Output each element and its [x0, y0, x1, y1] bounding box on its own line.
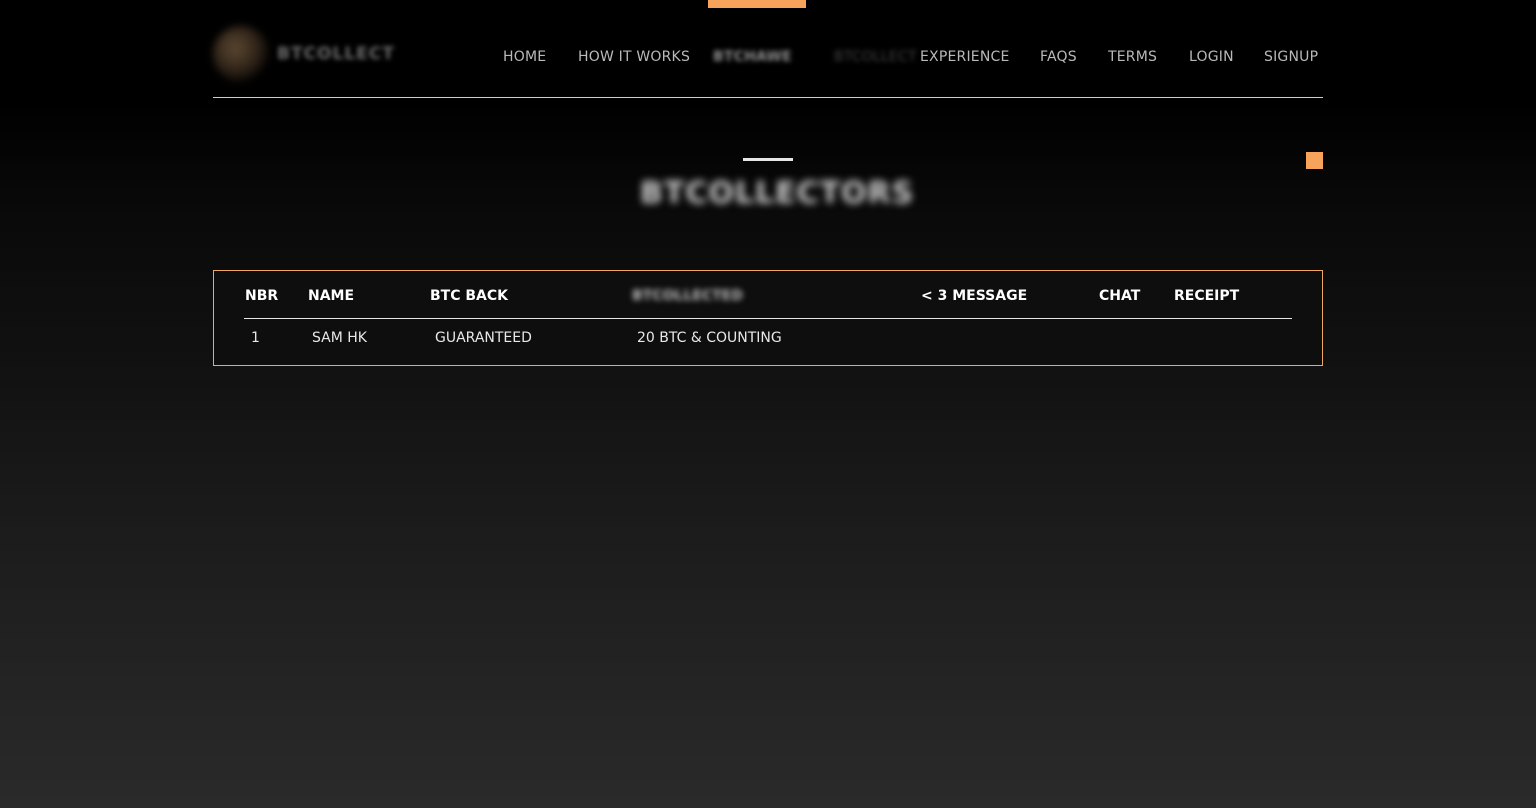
- header-blurred: BTCOLLECTED: [632, 288, 743, 304]
- nav-faqs[interactable]: FAQS: [1040, 49, 1077, 65]
- title-rule: [743, 158, 793, 161]
- header-receipt: RECEIPT: [1174, 288, 1240, 304]
- header-divider: [213, 97, 1323, 98]
- table-header-rule: [244, 318, 1292, 319]
- nav-experience[interactable]: EXPERIENCE: [920, 49, 1010, 65]
- header-name: NAME: [308, 288, 355, 304]
- main-nav: HOME HOW IT WORKS BTCHAWE BTCOLLECT EXPE…: [0, 49, 1536, 69]
- header-chat: CHAT: [1099, 288, 1141, 304]
- cell-nbr: 1: [251, 330, 260, 346]
- cell-btc-back: GUARANTEED: [435, 330, 532, 346]
- page-title: BTCOLLECTORS: [640, 176, 915, 211]
- cell-collected: 20 BTC & COUNTING: [637, 330, 782, 346]
- nav-home[interactable]: HOME: [503, 49, 546, 65]
- cell-name: SAM HK: [312, 330, 367, 346]
- header-btc-back: BTC BACK: [430, 288, 508, 304]
- top-accent-bar: [708, 0, 806, 8]
- nav-blurred-item-1[interactable]: BTCHAWE: [713, 49, 792, 65]
- nav-signup[interactable]: SIGNUP: [1264, 49, 1318, 65]
- nav-login[interactable]: LOGIN: [1189, 49, 1234, 65]
- orange-square-marker[interactable]: [1306, 152, 1323, 169]
- header-message: < 3 MESSAGE: [921, 288, 1028, 304]
- btc-table: NBR NAME BTC BACK BTCOLLECTED < 3 MESSAG…: [213, 270, 1323, 366]
- nav-blurred-item-2[interactable]: BTCOLLECT: [834, 49, 917, 65]
- nav-terms[interactable]: TERMS: [1108, 49, 1157, 65]
- header-nbr: NBR: [245, 288, 279, 304]
- nav-how-it-works[interactable]: HOW IT WORKS: [578, 49, 690, 65]
